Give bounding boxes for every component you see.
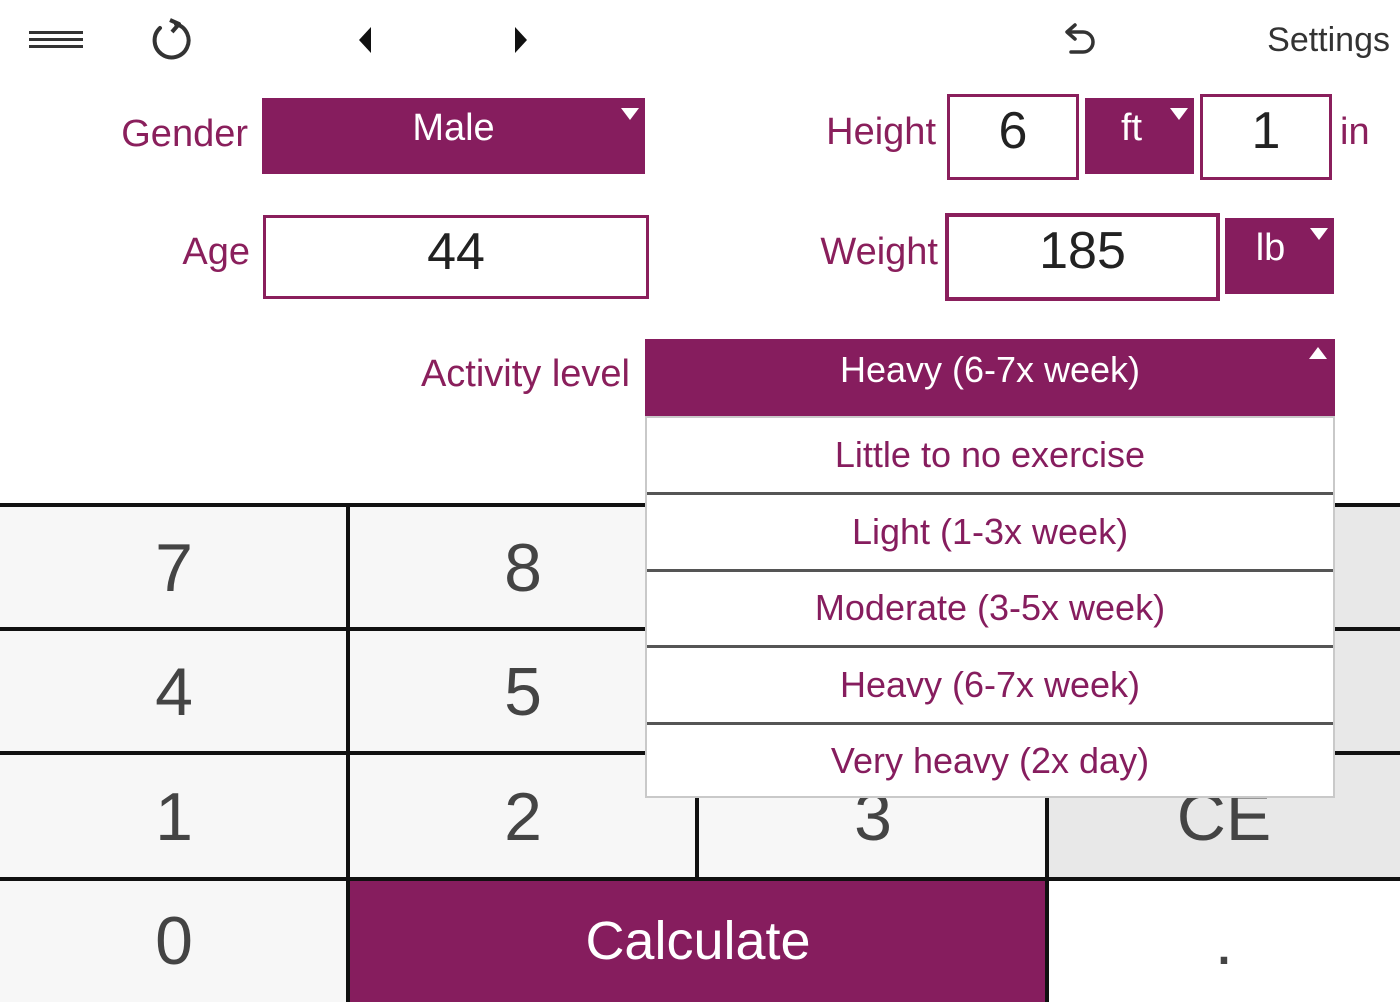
age-input-value: 44 [427,223,485,281]
dropdown-arrow-icon [1310,228,1328,240]
activity-option-heavy[interactable]: Heavy (6-7x week) [647,648,1333,722]
activity-level-value: Heavy (6-7x week) [839,349,1141,390]
gender-select-value: Male [412,107,495,149]
weight-input-value: 185 [1039,222,1126,280]
height-unit-select[interactable]: ft [1085,98,1194,174]
height-feet-value: 6 [998,102,1028,160]
key-7[interactable]: 7 [0,506,348,630]
key-1[interactable]: 1 [0,754,348,880]
reset-icon[interactable] [138,0,202,80]
caret-right-icon[interactable] [496,0,546,80]
activity-level-select[interactable]: Heavy (6-7x week) [645,339,1335,417]
height-inches-value: 1 [1251,102,1281,160]
calorie-calculator-page: Settings Gender Male Age 44 Height 6 ft … [0,0,1400,1002]
activity-option-light[interactable]: Light (1-3x week) [647,495,1333,569]
calculate-button[interactable]: Calculate [348,880,1048,1002]
gender-select[interactable]: Male [262,98,645,174]
settings-button[interactable]: Settings [1240,18,1390,62]
height-label: Height [826,111,936,153]
keypad-divider [346,503,350,1002]
key-4[interactable]: 4 [0,630,348,754]
caret-left-icon[interactable] [340,0,390,80]
key-decimal[interactable]: . [1048,880,1400,1002]
activity-level-dropdown-menu: Little to no exercise Light (1-3x week) … [645,416,1335,798]
gender-label: Gender [121,113,248,155]
activity-level-label: Activity level [420,353,630,395]
dropdown-arrow-icon [1170,108,1188,120]
key-0[interactable]: 0 [0,880,348,1002]
age-input[interactable]: 44 [263,215,649,299]
undo-icon[interactable] [1050,0,1106,80]
dropdown-arrow-icon [621,108,639,120]
height-feet-input[interactable]: 6 [947,94,1079,180]
activity-option-very-heavy[interactable]: Very heavy (2x day) [647,724,1333,798]
activity-option-moderate[interactable]: Moderate (3-5x week) [647,571,1333,645]
age-label: Age [182,231,250,273]
inches-unit-label: in [1340,111,1370,153]
keypad-divider [0,877,1400,881]
height-inches-input[interactable]: 1 [1200,94,1332,180]
hamburger-menu-icon[interactable] [20,0,94,80]
weight-label: Weight [820,231,938,273]
activity-option-little[interactable]: Little to no exercise [647,418,1333,492]
weight-input[interactable]: 185 [945,213,1220,301]
weight-unit-select[interactable]: lb [1225,218,1334,294]
dropdown-arrow-up-icon [1309,347,1327,359]
